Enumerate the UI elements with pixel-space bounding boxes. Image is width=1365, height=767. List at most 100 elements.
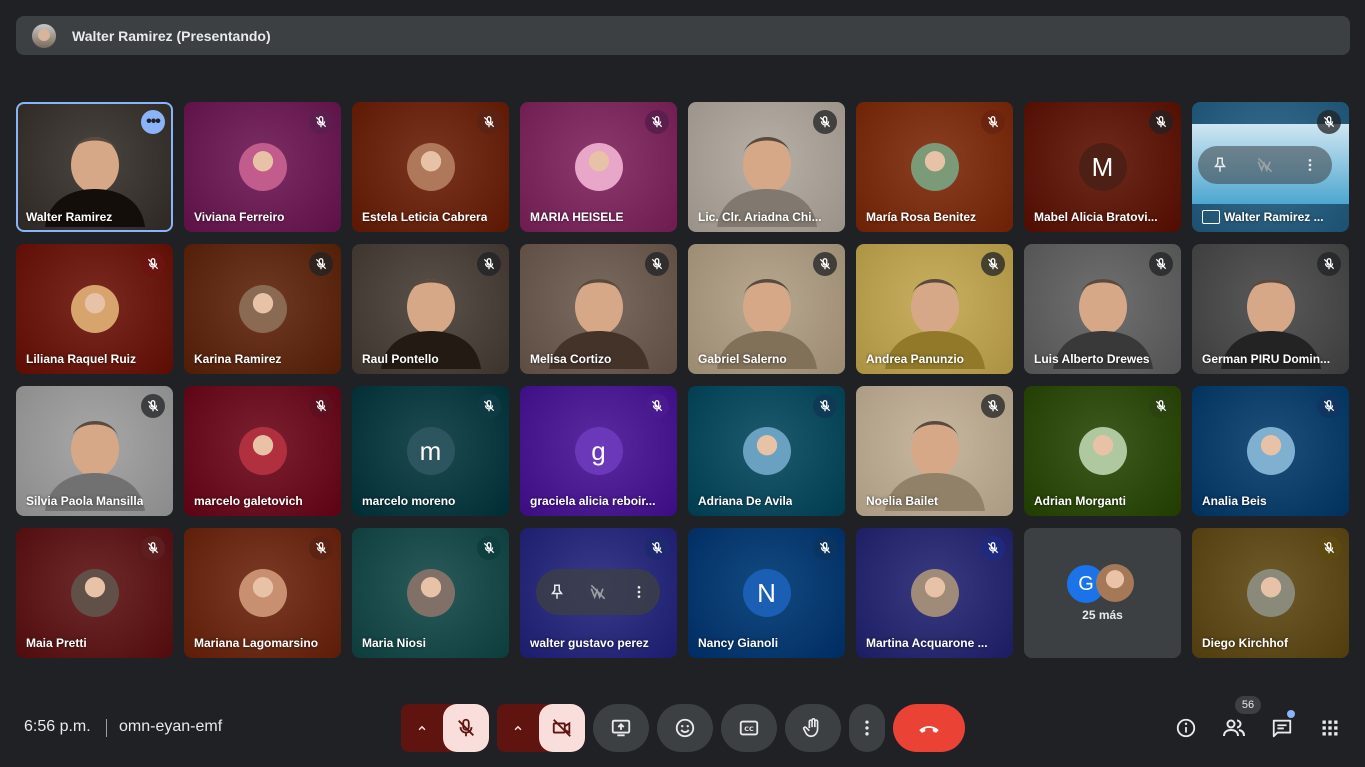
participant-tile[interactable]: Estela Leticia Cabrera [352, 102, 509, 232]
mic-off-icon [651, 258, 663, 270]
people-button[interactable] [1222, 716, 1246, 740]
mic-off-icon [147, 258, 159, 270]
participant-tile[interactable]: Karina Ramirez [184, 244, 341, 374]
muted-indicator [1317, 110, 1341, 134]
participant-tile[interactable]: Analia Beis [1192, 386, 1349, 516]
mic-off-icon [987, 400, 999, 412]
participant-tile[interactable]: Lic. Clr. Ariadna Chi... [688, 102, 845, 232]
participant-name: marcelo galetovich [194, 494, 303, 508]
unread-indicator [1287, 710, 1295, 718]
mic-off-icon [987, 542, 999, 554]
mic-off-icon [315, 258, 327, 270]
raise-hand-button[interactable] [785, 704, 841, 752]
camera-off-icon [552, 719, 571, 737]
activities-button[interactable] [1318, 716, 1342, 740]
muted-indicator [813, 110, 837, 134]
participant-tile[interactable]: walter gustavo perez [520, 528, 677, 658]
presenter-label: Walter Ramirez (Presentando) [72, 27, 271, 44]
participant-name: Nancy Gianoli [698, 636, 779, 650]
hangup-button[interactable] [893, 704, 965, 752]
participant-name: walter gustavo perez [530, 636, 649, 650]
muted-indicator [309, 252, 333, 276]
people-icon [1223, 719, 1245, 737]
participant-tile[interactable]: Maria Niosi [352, 528, 509, 658]
participant-name: Melisa Cortizo [530, 352, 612, 366]
chat-button[interactable] [1270, 716, 1294, 740]
participant-name: Andrea Panunzio [866, 352, 965, 366]
reactions-button[interactable] [657, 704, 713, 752]
present-button[interactable] [593, 704, 649, 752]
participant-tile[interactable]: Liliana Raquel Ruiz [16, 244, 173, 374]
mic-off-icon [819, 258, 831, 270]
participant-tile[interactable]: Diego Kirchhof [1192, 528, 1349, 658]
muted-indicator [477, 252, 501, 276]
participant-avatar [238, 285, 287, 333]
participant-tile[interactable]: Raul Pontello [352, 244, 509, 374]
pin-button[interactable] [1206, 151, 1234, 179]
participant-tile[interactable]: m marcelo moreno [352, 386, 509, 516]
more-vert-button[interactable] [1296, 151, 1324, 179]
participants-count-badge: 56 [1235, 696, 1261, 714]
mute-participant-button[interactable] [1251, 151, 1279, 179]
svg-text:CC: CC [744, 725, 754, 733]
participant-tile[interactable]: N Nancy Gianoli [688, 528, 845, 658]
participant-tile[interactable]: Mariana Lagomarsino [184, 528, 341, 658]
participant-tile[interactable]: Walter Ramirez ... [1192, 102, 1349, 232]
participant-initial-avatar: g [574, 427, 623, 475]
pin-button[interactable] [543, 578, 571, 606]
participant-tile[interactable]: Maia Pretti [16, 528, 173, 658]
participant-tile[interactable]: Viviana Ferreiro [184, 102, 341, 232]
participant-tile[interactable]: marcelo galetovich [184, 386, 341, 516]
camera-toggle-button[interactable] [539, 704, 585, 752]
participant-tile[interactable]: Melisa Cortizo [520, 244, 677, 374]
participant-tile[interactable]: German PIRU Domin... [1192, 244, 1349, 374]
captions-button[interactable]: CC [721, 704, 777, 752]
participant-name: Luis Alberto Drewes [1034, 352, 1150, 366]
mic-off-icon [1155, 258, 1167, 270]
muted-indicator [645, 394, 669, 418]
mic-off-icon [147, 542, 159, 554]
participant-tile[interactable]: Andrea Panunzio [856, 244, 1013, 374]
mic-control [401, 704, 489, 752]
more-options-button[interactable] [849, 704, 885, 752]
participant-tile[interactable]: ••• Walter Ramirez [16, 102, 173, 232]
hangup-icon [919, 726, 939, 733]
participant-tile[interactable]: Silvia Paola Mansilla [16, 386, 173, 516]
participant-tile[interactable]: M Mabel Alicia Bratovi... [1024, 102, 1181, 232]
mic-off-icon [315, 116, 327, 128]
participant-tile[interactable]: MARIA HEISELE [520, 102, 677, 232]
participant-name: Karina Ramirez [194, 352, 282, 366]
bottom-toolbar: 6:56 p.m. omn-eyan-emf CC 56 [0, 688, 1365, 767]
participant-tile[interactable]: Adrian Morganti [1024, 386, 1181, 516]
more-vert-button[interactable] [625, 578, 653, 606]
mic-toggle-button[interactable] [443, 704, 489, 752]
more-participants-tile[interactable]: G 25 más [1024, 528, 1181, 658]
participant-avatar [910, 143, 959, 191]
muted-indicator [141, 536, 165, 560]
participant-avatar [238, 427, 287, 475]
more-horiz-button[interactable]: ••• [141, 110, 165, 134]
meeting-code: omn-eyan-emf [119, 718, 223, 735]
divider [106, 719, 107, 737]
participant-tile[interactable]: g graciela alicia reboir... [520, 386, 677, 516]
clock: 6:56 p.m. [24, 718, 91, 735]
mic-off-icon [819, 542, 831, 554]
video-options-button[interactable] [497, 704, 539, 752]
participant-name: Walter Ramirez ... [1202, 210, 1324, 224]
muted-indicator [309, 536, 333, 560]
present-icon [611, 719, 631, 737]
participant-tile[interactable]: Gabriel Salerno [688, 244, 845, 374]
participant-tile[interactable]: María Rosa Benitez [856, 102, 1013, 232]
participant-tile[interactable]: Noelia Bailet [856, 386, 1013, 516]
participant-tile[interactable]: Martina Acquarone ... [856, 528, 1013, 658]
meeting-details-button[interactable] [1174, 716, 1198, 740]
participant-tile[interactable]: Adriana De Avila [688, 386, 845, 516]
mic-off-icon [651, 116, 663, 128]
info-icon [1176, 718, 1196, 738]
audio-options-button[interactable] [401, 704, 443, 752]
participant-name: Martina Acquarone ... [866, 636, 988, 650]
present-icon [1202, 210, 1220, 224]
mute-participant-button[interactable] [584, 578, 612, 606]
participant-name: Viviana Ferreiro [194, 210, 285, 224]
participant-tile[interactable]: Luis Alberto Drewes [1024, 244, 1181, 374]
